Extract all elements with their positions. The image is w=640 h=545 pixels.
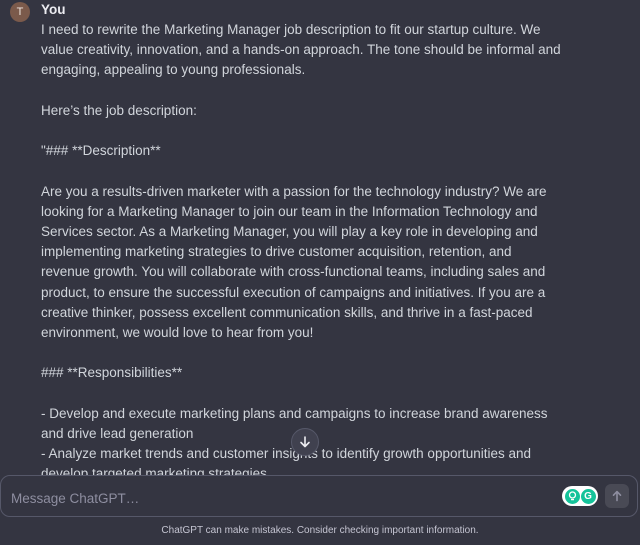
disclaimer-text: ChatGPT can make mistakes. Consider chec… <box>161 525 479 536</box>
chat-page: T You I need to rewrite the Marketing Ma… <box>0 0 640 545</box>
scroll-to-bottom-button[interactable] <box>291 428 319 456</box>
grammarly-icon: G <box>580 488 596 504</box>
arrow-down-icon <box>300 436 310 448</box>
lightbulb-icon <box>568 491 576 501</box>
arrow-up-icon <box>612 490 622 502</box>
user-avatar: T <box>10 2 30 22</box>
message-paragraph: ### **Responsibilities** <box>41 365 183 381</box>
message-paragraph: Here’s the job description: <box>41 102 197 118</box>
user-message: T You I need to rewrite the Marketing Ma… <box>0 0 640 476</box>
message-body: I need to rewrite the Marketing Manager … <box>41 20 561 476</box>
message-author: You <box>41 2 66 17</box>
grammarly-bulb-icon <box>564 488 580 504</box>
message-composer: G <box>0 475 638 517</box>
message-paragraph: "### **Description** <box>41 143 161 159</box>
message-paragraph: Are you a results-driven marketer with a… <box>41 183 547 340</box>
grammarly-widget[interactable]: G <box>562 486 598 506</box>
message-input[interactable] <box>9 486 533 510</box>
send-button[interactable] <box>605 484 629 508</box>
message-paragraph: I need to rewrite the Marketing Manager … <box>41 22 561 78</box>
